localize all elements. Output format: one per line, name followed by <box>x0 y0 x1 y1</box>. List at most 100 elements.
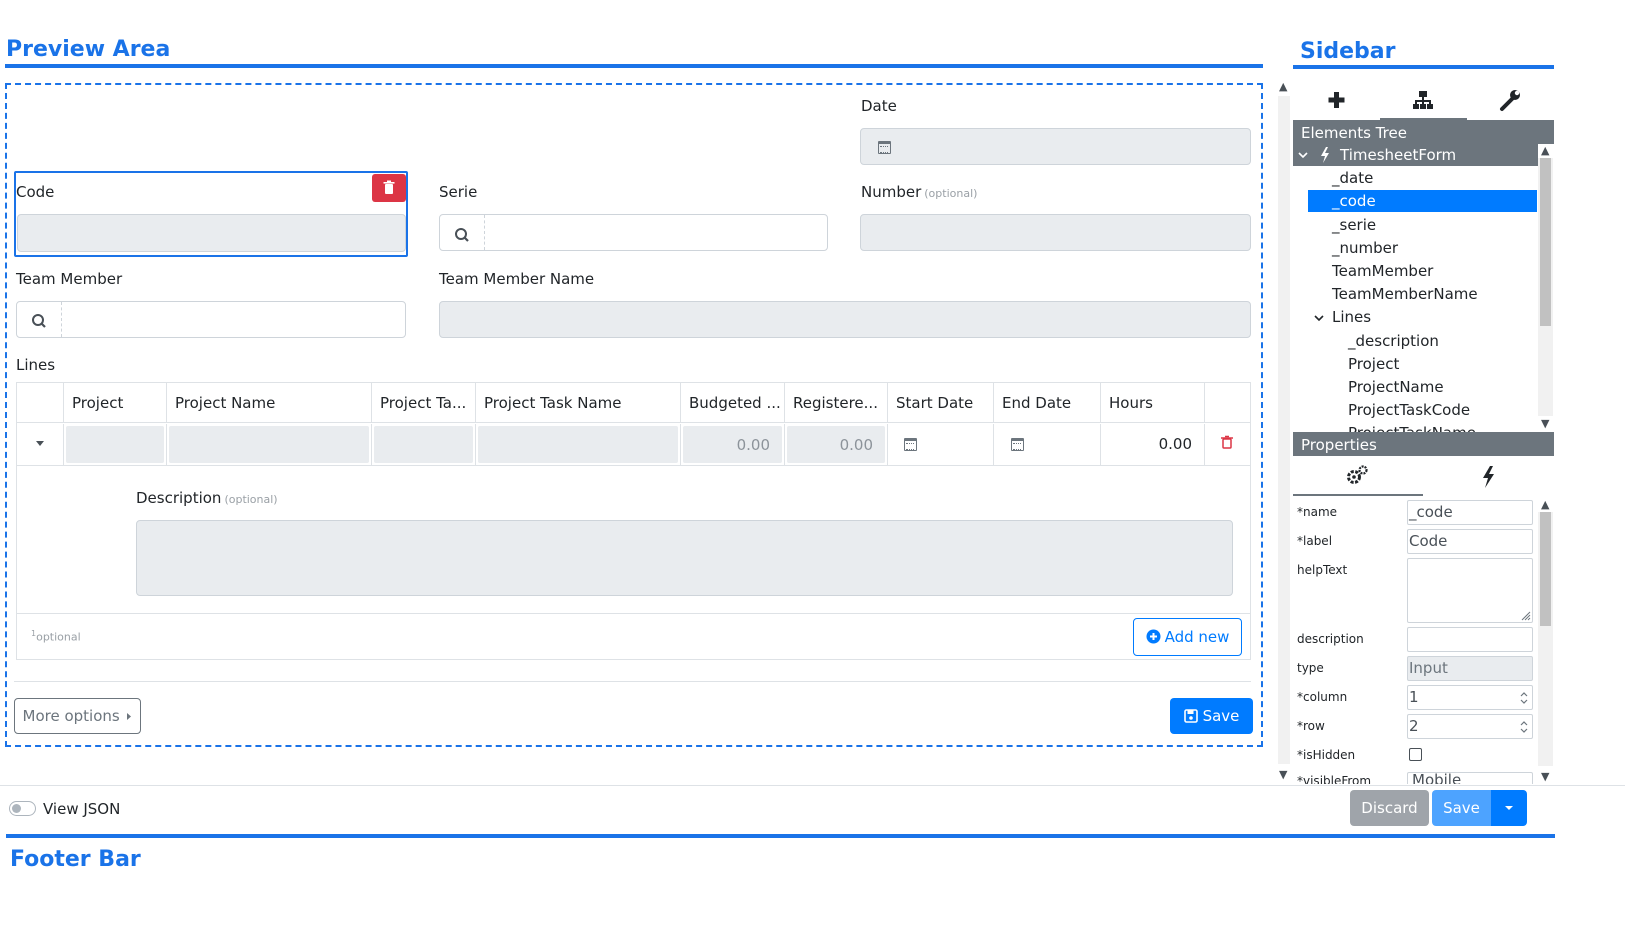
prop-visiblefrom-label: *visibleFrom <box>1297 774 1372 784</box>
save-options-dropdown-button[interactable] <box>1491 790 1527 826</box>
prop-name-input[interactable]: _code <box>1407 500 1533 525</box>
tree-item-lines-project-task-code[interactable]: ProjectTaskCode <box>1348 399 1470 422</box>
search-icon <box>32 314 46 328</box>
tab-settings[interactable] <box>1467 80 1554 120</box>
table-header-hours[interactable]: Hours <box>1101 383 1205 423</box>
more-options-label: More options <box>22 707 120 725</box>
tree-item-team-member-name[interactable]: TeamMemberName <box>1332 283 1478 306</box>
table-header-registered[interactable]: Registere... <box>785 383 888 423</box>
footer-bar-title: Footer Bar <box>10 847 141 872</box>
caret-right-icon <box>127 713 132 720</box>
prop-description-input[interactable] <box>1407 627 1533 652</box>
code-label: Code <box>16 183 55 201</box>
props-scroll-up-icon[interactable]: ▲ <box>1541 498 1549 511</box>
tree-scroll-down-icon[interactable]: ▼ <box>1541 417 1549 430</box>
tree-item-lines-project-name[interactable]: ProjectName <box>1348 376 1444 399</box>
trash-icon <box>383 180 395 194</box>
table-cell-hours[interactable]: 0.00 <box>1101 424 1205 466</box>
footer-save-button[interactable]: Save <box>1432 790 1491 826</box>
row-expander-cell[interactable] <box>17 424 64 466</box>
tree-root-label[interactable]: TimesheetForm <box>1340 144 1456 167</box>
tree-item-lines-project-task-name[interactable]: ProjectTaskName <box>1348 422 1476 432</box>
more-options-button[interactable]: More options <box>14 698 141 734</box>
table-header-end-date[interactable]: End Date <box>994 383 1101 423</box>
tab-properties-events[interactable] <box>1423 456 1554 496</box>
sidebar-title: Sidebar <box>1300 39 1396 64</box>
table-cell-project-task-name[interactable] <box>476 424 681 466</box>
table-header-start-date[interactable]: Start Date <box>888 383 994 423</box>
tab-add-element[interactable] <box>1293 80 1380 120</box>
tree-item-lines-description[interactable]: _description <box>1348 330 1439 353</box>
properties-header: Properties <box>1293 432 1554 456</box>
footer-rule <box>6 834 1555 838</box>
description-textarea[interactable] <box>136 520 1233 596</box>
code-input[interactable] <box>17 214 406 252</box>
tree-item-lines[interactable]: Lines <box>1332 306 1371 329</box>
number-input[interactable] <box>860 214 1251 251</box>
view-json-label[interactable]: View JSON <box>43 800 120 818</box>
number-optional-hint: (optional) <box>924 187 978 200</box>
add-new-label: Add new <box>1164 628 1230 646</box>
tree-scroll-up-icon[interactable]: ▲ <box>1541 144 1549 157</box>
prop-ishidden-checkbox[interactable] <box>1409 748 1422 761</box>
table-cell-project-name[interactable] <box>167 424 372 466</box>
preview-scroll-down-icon[interactable]: ▼ <box>1279 768 1287 781</box>
add-new-line-button[interactable]: Add new <box>1133 618 1242 656</box>
table-header-project[interactable]: Project <box>64 383 167 423</box>
discard-button[interactable]: Discard <box>1350 790 1429 826</box>
tree-scrollbar-thumb[interactable] <box>1540 158 1551 326</box>
footer-divider <box>0 785 1625 786</box>
prop-column-input[interactable]: 1 <box>1407 685 1533 710</box>
tree-item-date[interactable]: _date <box>1332 167 1373 190</box>
team-member-lookup[interactable] <box>16 301 406 338</box>
table-cell-project[interactable] <box>64 424 167 466</box>
tree-item-code[interactable]: _code <box>1332 190 1376 213</box>
team-member-search-button[interactable] <box>17 302 62 337</box>
delete-row-trash-icon[interactable] <box>1205 424 1250 466</box>
table-cell-registered[interactable]: 0.00 <box>785 424 888 466</box>
table-header-project-task-name[interactable]: Project Task Name <box>476 383 681 423</box>
date-field[interactable] <box>860 128 1251 165</box>
props-scrollbar-thumb[interactable] <box>1540 512 1551 626</box>
chevron-down-icon[interactable] <box>1313 312 1325 324</box>
prop-visiblefrom-select[interactable]: Mobile <box>1407 772 1533 784</box>
tab-properties-settings[interactable] <box>1293 456 1423 496</box>
prop-label-input[interactable]: Code <box>1407 529 1533 554</box>
delete-element-button[interactable] <box>372 174 406 202</box>
search-icon <box>455 228 469 242</box>
table-header-budgeted[interactable]: Budgeted ... <box>681 383 785 423</box>
tree-item-number[interactable]: _number <box>1332 237 1398 260</box>
tree-item-lines-project[interactable]: Project <box>1348 353 1399 376</box>
table-cell-end-date[interactable] <box>994 424 1101 466</box>
tree-item-team-member[interactable]: TeamMember <box>1332 260 1433 283</box>
team-member-name-input[interactable] <box>439 301 1251 338</box>
preview-scrollbar-track[interactable] <box>1278 96 1290 764</box>
prop-row-input[interactable]: 2 <box>1407 714 1533 739</box>
prop-row-label: *row <box>1297 719 1325 733</box>
number-spinner-icon[interactable] <box>1518 689 1530 707</box>
table-header-project-name[interactable]: Project Name <box>167 383 372 423</box>
view-json-toggle[interactable] <box>9 801 36 816</box>
preview-scroll-up-icon[interactable]: ▲ <box>1279 80 1287 93</box>
plus-icon <box>1328 92 1345 108</box>
number-spinner-icon[interactable] <box>1518 718 1530 736</box>
tree-item-serie[interactable]: _serie <box>1332 214 1376 237</box>
tab-elements-tree[interactable] <box>1380 80 1467 120</box>
resize-handle-icon[interactable] <box>1519 609 1531 621</box>
table-header-expander <box>17 383 64 423</box>
form-save-button[interactable]: Save <box>1170 698 1253 734</box>
prop-type-label: type <box>1297 661 1324 675</box>
prop-name-label: *name <box>1297 505 1338 519</box>
table-cell-start-date[interactable] <box>888 424 994 466</box>
chevron-down-icon[interactable] <box>1297 149 1309 161</box>
props-scroll-down-icon[interactable]: ▼ <box>1541 770 1549 783</box>
footnote-text: optional <box>36 630 81 644</box>
table-cell-budgeted[interactable]: 0.00 <box>681 424 785 466</box>
prop-helptext-textarea[interactable] <box>1407 558 1533 623</box>
table-cell-project-task[interactable] <box>372 424 476 466</box>
serie-lookup[interactable] <box>439 214 828 251</box>
serie-search-button[interactable] <box>440 215 485 250</box>
preview-area-rule <box>5 64 1263 68</box>
number-label-text: Number <box>861 183 922 201</box>
table-header-project-task[interactable]: Project Ta... <box>372 383 476 423</box>
